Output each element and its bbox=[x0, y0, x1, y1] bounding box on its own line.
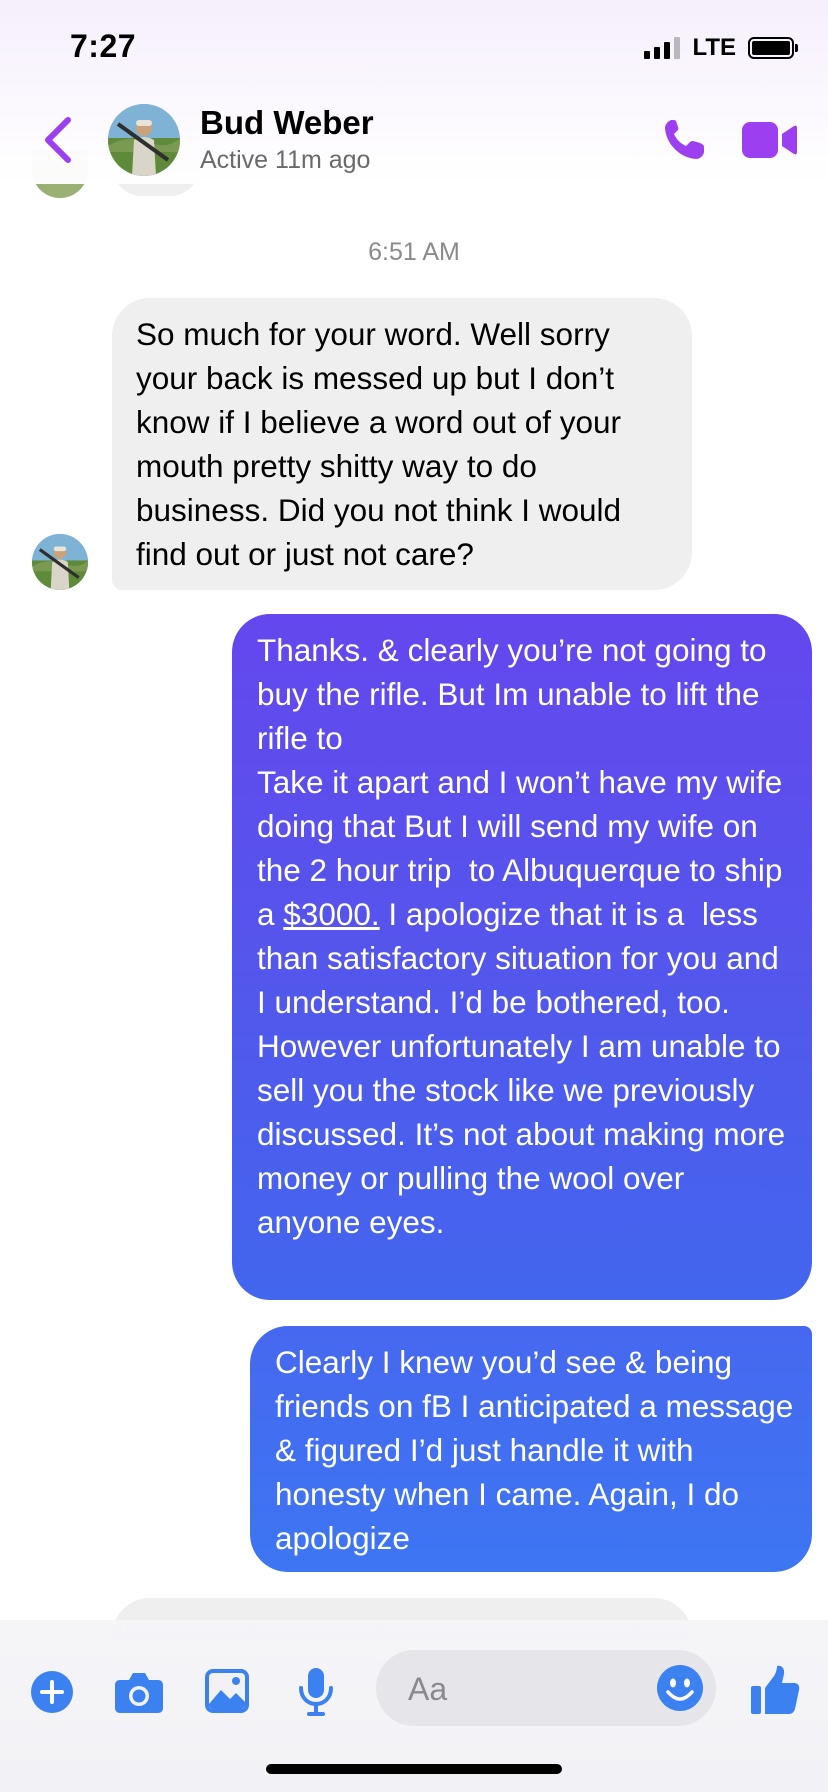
camera-icon[interactable] bbox=[114, 1670, 164, 1714]
emoji-icon[interactable] bbox=[656, 1664, 704, 1712]
status-time: 7:27 bbox=[70, 28, 137, 64]
home-indicator bbox=[266, 1764, 562, 1774]
video-camera-icon[interactable] bbox=[740, 118, 798, 162]
message-input[interactable] bbox=[406, 1650, 630, 1728]
signal-icon bbox=[644, 37, 681, 59]
message-timestamp: 6:51 AM bbox=[368, 238, 460, 266]
message-text: I apologize that it is a less than satis… bbox=[257, 896, 794, 1240]
battery-icon bbox=[748, 37, 798, 59]
plus-circle-icon[interactable] bbox=[30, 1670, 74, 1714]
conversation-header: 7:27 LTE Bud Weber Active 11m ago bbox=[0, 0, 828, 184]
microphone-icon[interactable] bbox=[296, 1666, 336, 1718]
message-text: Thanks. & clearly you’re not going to bu… bbox=[257, 632, 783, 932]
thumbs-up-icon[interactable] bbox=[750, 1664, 800, 1716]
contact-active-status: Active 11m ago bbox=[200, 146, 371, 174]
network-type: LTE bbox=[692, 34, 736, 61]
message-composer bbox=[0, 1620, 828, 1792]
phone-icon[interactable] bbox=[660, 116, 708, 164]
status-icons: LTE bbox=[644, 34, 798, 62]
contact-avatar[interactable] bbox=[108, 104, 180, 176]
contact-avatar-small[interactable] bbox=[32, 534, 88, 590]
contact-name[interactable]: Bud Weber bbox=[200, 104, 374, 142]
outgoing-message[interactable]: Clearly I knew you’d see & being friends… bbox=[250, 1326, 812, 1572]
chevron-left-icon[interactable] bbox=[38, 114, 78, 166]
amount-link[interactable]: $3000. bbox=[283, 896, 379, 932]
incoming-message[interactable]: So much for your word. Well sorry your b… bbox=[112, 298, 692, 590]
message-input-container[interactable] bbox=[376, 1650, 716, 1728]
outgoing-message[interactable]: Thanks. & clearly you’re not going to bu… bbox=[232, 614, 812, 1300]
photo-icon[interactable] bbox=[204, 1668, 250, 1714]
